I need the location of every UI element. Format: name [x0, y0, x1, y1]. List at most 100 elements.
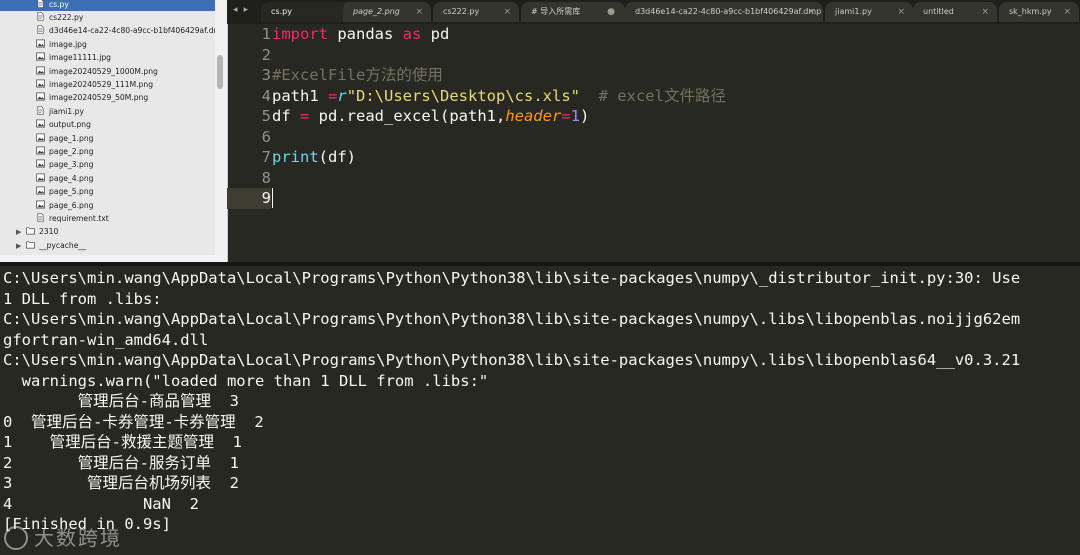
- sidebar-file-label: page_5.png: [49, 187, 94, 197]
- sidebar-file-item[interactable]: page_1.png: [0, 132, 215, 145]
- console-output-line: 1 管理后台-救援主题管理 1: [3, 433, 242, 451]
- editor-tab[interactable]: jiami1.py ×: [825, 2, 913, 22]
- sidebar-file-label: page_6.png: [49, 200, 94, 210]
- sidebar-file-label: d3d46e14-ca22-4c80-a9cc-b1bf406429af.dmp: [49, 26, 216, 36]
- image-file-icon: [36, 146, 45, 155]
- tab-close-icon[interactable]: ×: [415, 2, 423, 22]
- sidebar-file-label: image20240529_111M.png: [49, 79, 154, 89]
- sidebar-file-item[interactable]: page_3.png: [0, 158, 215, 171]
- image-file-icon: [36, 173, 45, 182]
- tab-close-icon[interactable]: ×: [503, 2, 511, 22]
- image-file-icon: [36, 66, 45, 75]
- line-number: 1: [261, 25, 271, 43]
- sidebar-file-item[interactable]: page_6.png: [0, 199, 215, 212]
- image-file-icon: [36, 159, 45, 168]
- sidebar-file-label: image11111.jpg: [49, 53, 111, 63]
- module-name: pandas: [328, 25, 403, 43]
- sidebar-folder-item[interactable]: ▶ __pycache__: [0, 239, 86, 252]
- sidebar-file-label: cs.py: [49, 0, 69, 9]
- sidebar-file-item[interactable]: cs222.py: [0, 11, 215, 24]
- unsaved-dot-icon[interactable]: ●: [607, 2, 615, 22]
- sidebar-file-item[interactable]: image11111.jpg: [0, 51, 215, 64]
- line-number: 5: [261, 107, 271, 125]
- tab-label: untitled: [923, 7, 954, 16]
- tab-label: jiami1.py: [835, 7, 872, 16]
- tab-nav-arrows-icon[interactable]: ◂▸: [233, 5, 254, 15]
- disclosure-arrow-icon[interactable]: ▶: [16, 226, 26, 239]
- code-line-1[interactable]: import pandas as pd: [272, 24, 449, 45]
- comment: # excel文件路径: [579, 86, 726, 105]
- text-file-icon: [36, 212, 45, 222]
- sidebar-file-item[interactable]: image20240529_50M.png: [0, 91, 215, 104]
- code-editor[interactable]: import pandas as pd #ExcelFile方法的使用 path…: [227, 24, 1080, 264]
- editor-tab[interactable]: cs222.py ×: [433, 2, 519, 22]
- sidebar-file-item[interactable]: page_2.png: [0, 145, 215, 158]
- tab-label: sk_hkm.py: [1009, 7, 1052, 16]
- editor-tab[interactable]: # 导入所需库 ●: [521, 2, 625, 22]
- sidebar-file-label: image20240529_1000M.png: [49, 66, 158, 76]
- tab-close-icon[interactable]: ×: [897, 2, 905, 22]
- operator: =: [561, 107, 571, 125]
- tab-close-icon[interactable]: ×: [1063, 2, 1071, 22]
- text-cursor: [272, 188, 273, 208]
- sidebar-file-item[interactable]: d3d46e14-ca22-4c80-a9cc-b1bf406429af.dmp: [0, 24, 215, 37]
- image-file-icon: [36, 186, 45, 195]
- editor-tab[interactable]: page_2.png ×: [343, 2, 431, 22]
- console-output-line: 0 管理后台-卡券管理-卡券管理 2: [3, 412, 264, 431]
- sidebar-file-item[interactable]: requirement.txt: [0, 212, 215, 225]
- line-number: 6: [261, 127, 271, 146]
- build-output-panel[interactable]: [Finished in 0.9s] 4 NaN 23 管理后台机场列表 22 管…: [0, 266, 1080, 555]
- sidebar-file-item[interactable]: cs.py: [0, 0, 215, 11]
- sidebar-file-label: page_3.png: [49, 160, 94, 170]
- code-line-7[interactable]: print(df): [272, 147, 356, 168]
- python-file-icon: [36, 11, 45, 21]
- code-line-5[interactable]: df = pd.read_excel(path1,header=1): [272, 106, 589, 127]
- console-output-line: 管理后台-商品管理 3: [3, 392, 239, 410]
- builtin-function: print: [272, 148, 319, 166]
- sidebar-file-label: jiami1.py: [49, 106, 84, 116]
- sidebar-file-item[interactable]: image20240529_1000M.png: [0, 65, 215, 78]
- sidebar-file-item[interactable]: image.jpg: [0, 38, 215, 51]
- sidebar-folder-label: __pycache__: [39, 240, 86, 250]
- paren: ): [580, 107, 590, 125]
- top-region: cs.py cs222.py d3d46e14-ca22-4c80-a9cc-b1b…: [0, 0, 1080, 264]
- disclosure-arrow-icon[interactable]: ▶: [16, 240, 26, 253]
- image-file-icon: [36, 200, 45, 209]
- sidebar-file-item[interactable]: page_5.png: [0, 185, 215, 198]
- sidebar-file-item[interactable]: output.png: [0, 118, 215, 131]
- line-number: 9: [261, 189, 271, 207]
- sidebar-folder-item[interactable]: ▶ 2310: [0, 225, 58, 238]
- sidebar-scrollbar-thumb[interactable]: [217, 55, 223, 89]
- sidebar: cs.py cs222.py d3d46e14-ca22-4c80-a9cc-b1b…: [0, 0, 216, 255]
- sidebar-file-label: page_4.png: [49, 173, 94, 183]
- code-line-3[interactable]: #ExcelFile方法的使用: [272, 65, 443, 86]
- keyword: as: [402, 25, 422, 43]
- editor-tab[interactable]: sk_hkm.py ×: [999, 2, 1079, 22]
- editor-tab[interactable]: d3d46e14-ca22-4c80-a9cc-b1bf406429af.dmp…: [625, 2, 823, 22]
- image-file-icon: [36, 133, 45, 142]
- code-line-4[interactable]: path1 =r"D:\Users\Desktop\cs.xls" # exce…: [272, 86, 726, 107]
- sidebar-file-item[interactable]: jiami1.py: [0, 105, 215, 118]
- editor-tab[interactable]: untitled ×: [913, 2, 997, 22]
- line-number: 8: [261, 168, 271, 187]
- sidebar-file-label: output.png: [49, 120, 91, 130]
- console-output-line: warnings.warn("loaded more than 1 DLL fr…: [3, 371, 489, 390]
- console-output-line: 1 DLL from .libs:: [3, 289, 162, 308]
- sidebar-scrollbar-track[interactable]: [216, 0, 224, 264]
- console-output-line: C:\Users\min.wang\AppData\Local\Programs…: [3, 310, 1021, 328]
- image-file-icon: [36, 39, 45, 48]
- watermark: 大数跨境: [4, 522, 122, 551]
- image-file-icon: [36, 92, 45, 101]
- alias-name: pd: [421, 25, 450, 43]
- tab-close-icon[interactable]: ×: [981, 2, 989, 22]
- line-number: 3: [261, 66, 271, 84]
- tab-close-icon[interactable]: ×: [807, 2, 815, 22]
- operator: =: [328, 86, 338, 105]
- tab-label: page_2.png: [353, 7, 400, 16]
- sidebar-file-item[interactable]: image20240529_111M.png: [0, 78, 215, 91]
- folder-icon: [26, 240, 35, 249]
- function-call: pd.read_excel(path1,: [309, 107, 506, 125]
- keyword: import: [272, 25, 328, 43]
- sidebar-file-item[interactable]: page_4.png: [0, 172, 215, 185]
- console-output-line: gfortran-win_amd64.dll: [3, 330, 209, 349]
